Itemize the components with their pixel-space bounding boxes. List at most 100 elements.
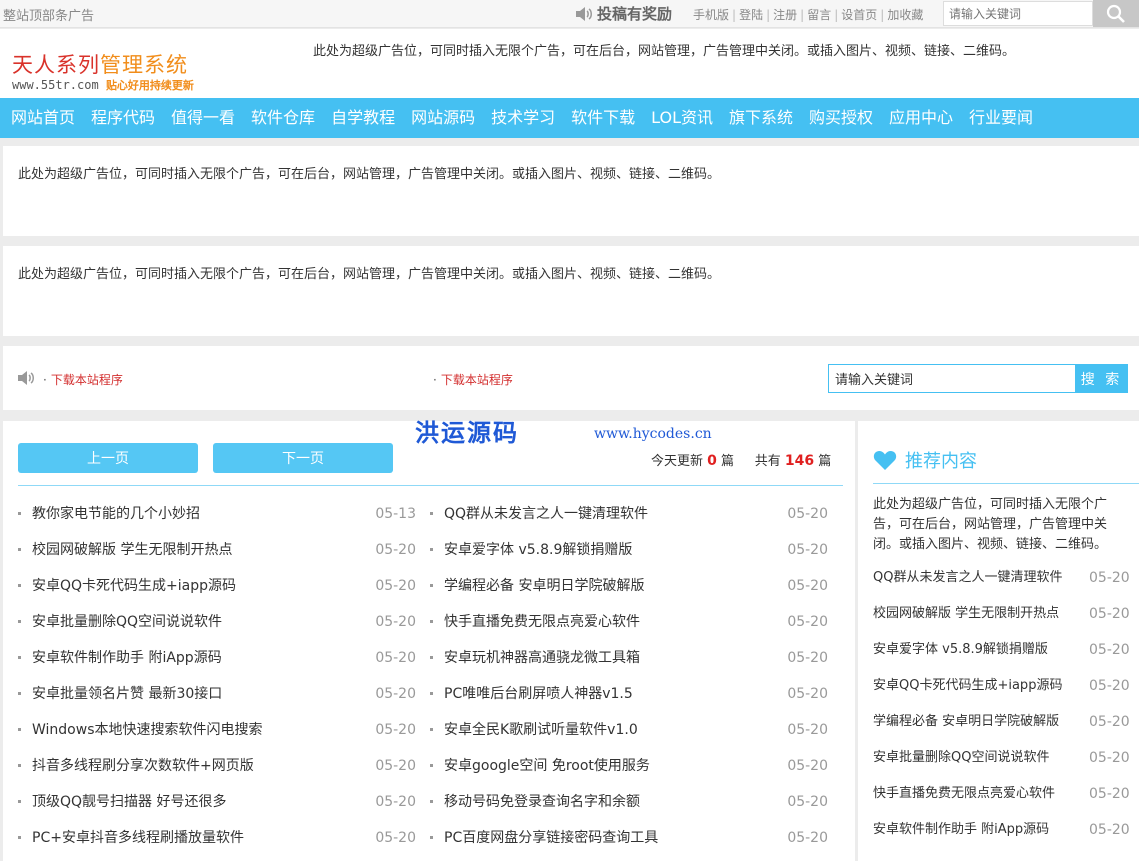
list-item-title: 校园网破解版 学生无限制开热点: [873, 606, 1060, 621]
list-item[interactable]: 校园网破解版 学生无限制开热点 05-20: [873, 601, 1139, 637]
list-item-date: 05-20: [375, 794, 416, 810]
link-message[interactable]: 留言: [807, 8, 831, 22]
recommend-sidebar: 推荐内容 此处为超级广告位，可同时插入无限个广告，可在后台，网站管理，广告管理中…: [858, 421, 1139, 861]
search-button[interactable]: 搜 索: [1075, 364, 1128, 393]
nav-item-software-download[interactable]: 软件下载: [563, 98, 643, 138]
list-item[interactable]: 安卓爱字体 v5.8.9解锁捐赠版 05-20: [430, 537, 828, 573]
list-item-title: PC+安卓抖音多线程刷播放量软件: [32, 830, 244, 846]
list-item[interactable]: 快手直播免费无限点亮爱心软件 05-20: [873, 781, 1139, 817]
list-item-date: 05-20: [375, 650, 416, 666]
nav-item-tech-learning[interactable]: 技术学习: [483, 98, 563, 138]
list-item[interactable]: 抖音多线程刷分享次数软件+网页版 05-20: [18, 753, 416, 789]
notice-item[interactable]: · 下载本站程序: [43, 371, 123, 388]
logo[interactable]: 天人系列管理系统: [12, 49, 188, 79]
notice-item[interactable]: · 下载本站程序: [433, 371, 513, 388]
link-register[interactable]: 注册: [773, 8, 797, 22]
list-item[interactable]: 安卓google空间 免root使用服务 05-20: [430, 753, 828, 789]
list-item-title: PC唯唯后台刷屏喷人神器v1.5: [444, 686, 633, 702]
nav-item-home[interactable]: 网站首页: [3, 98, 83, 138]
total-label: 共有: [754, 454, 781, 469]
list-item-title: 安卓软件制作助手 附iApp源码: [873, 822, 1050, 837]
list-item-title: 移动号码免登录查询名字和余额: [444, 794, 640, 810]
list-item[interactable]: 移动号码免登录查询名字和余额 05-20: [430, 789, 828, 825]
article-list-left: 教你家电节能的几个小妙招 05-13 校园网破解版 学生无限制开热点 05-20 安…: [18, 501, 416, 861]
list-item[interactable]: Windows本地快速搜索软件闪电搜索 05-20: [18, 717, 416, 753]
link-add-favorite[interactable]: 加收藏: [887, 8, 923, 22]
list-item[interactable]: 安卓批量删除QQ空间说说软件 05-20: [873, 745, 1139, 781]
list-item[interactable]: 安卓批量领名片赞 最新30接口 05-20: [18, 681, 416, 717]
list-item-date: 05-20: [1089, 750, 1130, 766]
sidebar-ad-text[interactable]: 此处为超级广告位，可同时插入无限个广告，可在后台，网站管理，广告管理中关闭。或插…: [873, 495, 1131, 555]
nav-item-industry-news[interactable]: 行业要闻: [961, 98, 1041, 138]
divider: [873, 483, 1139, 484]
list-item-title: 安卓QQ卡死代码生成+iapp源码: [873, 678, 1063, 693]
list-item-date: 05-20: [787, 614, 828, 630]
list-item-title: 安卓玩机神器高通骁龙微工具箱: [444, 650, 640, 666]
list-item[interactable]: QQ群从未发言之人一键清理软件 05-20: [430, 501, 828, 537]
list-item-title: 顶级QQ靓号扫描器 好号还很多: [32, 794, 227, 810]
list-item[interactable]: PC百度网盘分享链接密码查询工具 05-20: [430, 825, 828, 861]
list-item-date: 05-20: [1089, 570, 1130, 586]
ad-block-1-text[interactable]: 此处为超级广告位，可同时插入无限个广告，可在后台，网站管理，广告管理中关闭。或插…: [18, 163, 720, 182]
list-item[interactable]: 安卓全民K歌刷试听量软件v1.0 05-20: [430, 717, 828, 753]
list-item[interactable]: PC唯唯后台刷屏喷人神器v1.5 05-20: [430, 681, 828, 717]
nav-item-software-store[interactable]: 软件仓库: [243, 98, 323, 138]
header-ad-text[interactable]: 此处为超级广告位，可同时插入无限个广告，可在后台，网站管理，广告管理中关闭。或插…: [313, 40, 1015, 59]
list-item-title: 教你家电节能的几个小妙招: [32, 506, 200, 522]
nav-item-buy-license[interactable]: 购买授权: [801, 98, 881, 138]
search-input[interactable]: [828, 364, 1076, 393]
watermark-url: www.hycodes.cn: [594, 426, 712, 442]
prev-page-button[interactable]: 上一页: [18, 443, 198, 473]
notice-item-label: 下载本站程序: [440, 373, 513, 387]
nav-item-code[interactable]: 程序代码: [83, 98, 163, 138]
nav-item-lol-news[interactable]: LOL资讯: [643, 98, 721, 138]
list-item[interactable]: 安卓爱字体 v5.8.9解锁捐赠版 05-20: [873, 637, 1139, 673]
list-item-title: QQ群从未发言之人一键清理软件: [444, 506, 649, 522]
list-item-title: 安卓爱字体 v5.8.9解锁捐赠版: [873, 642, 1048, 657]
list-item-title: 抖音多线程刷分享次数软件+网页版: [32, 758, 254, 774]
list-item[interactable]: 教你家电节能的几个小妙招 05-13: [18, 501, 416, 537]
top-search-button[interactable]: [1093, 0, 1139, 27]
nav-item-tutorials[interactable]: 自学教程: [323, 98, 403, 138]
next-page-button[interactable]: 下一页: [213, 443, 393, 473]
speaker-icon: [17, 370, 35, 390]
link-mobile[interactable]: 手机版: [693, 8, 729, 22]
logo-tag: 贴心好用持续更新: [105, 79, 194, 92]
recommend-list: QQ群从未发言之人一键清理软件 05-20 校园网破解版 学生无限制开热点 05-2…: [873, 565, 1139, 853]
list-item-date: 05-20: [787, 650, 828, 666]
total-unit: 篇: [818, 454, 832, 469]
list-item-date: 05-20: [787, 542, 828, 558]
list-item[interactable]: 安卓批量删除QQ空间说说软件 05-20: [18, 609, 416, 645]
top-ad-text[interactable]: 整站顶部条广告: [3, 5, 94, 24]
list-item-date: 05-20: [1089, 822, 1130, 838]
nav-item-worth-seeing[interactable]: 值得一看: [163, 98, 243, 138]
tougao-link[interactable]: 投稿有奖励: [575, 3, 672, 24]
list-item[interactable]: 安卓QQ卡死代码生成+iapp源码 05-20: [873, 673, 1139, 709]
list-item-date: 05-20: [787, 830, 828, 846]
list-item[interactable]: 安卓软件制作助手 附iApp源码 05-20: [18, 645, 416, 681]
list-item-title: PC百度网盘分享链接密码查询工具: [444, 830, 659, 846]
today-label: 今天更新: [651, 454, 704, 469]
list-item[interactable]: 学编程必备 安卓明日学院破解版 05-20: [430, 573, 828, 609]
list-item-date: 05-20: [787, 686, 828, 702]
list-item[interactable]: 安卓QQ卡死代码生成+iapp源码 05-20: [18, 573, 416, 609]
list-item[interactable]: 学编程必备 安卓明日学院破解版 05-20: [873, 709, 1139, 745]
nav-item-systems[interactable]: 旗下系统: [721, 98, 801, 138]
link-login[interactable]: 登陆: [739, 8, 763, 22]
divider: [18, 485, 843, 486]
nav-item-site-source[interactable]: 网站源码: [403, 98, 483, 138]
list-item[interactable]: 顶级QQ靓号扫描器 好号还很多 05-20: [18, 789, 416, 825]
list-item[interactable]: 安卓玩机神器高通骁龙微工具箱 05-20: [430, 645, 828, 681]
list-item[interactable]: 快手直播免费无限点亮爱心软件 05-20: [430, 609, 828, 645]
list-item[interactable]: 安卓软件制作助手 附iApp源码 05-20: [873, 817, 1139, 853]
list-item[interactable]: 校园网破解版 学生无限制开热点 05-20: [18, 537, 416, 573]
update-stats: 今天更新 0 篇 共有 146 篇: [651, 450, 831, 469]
nav-item-app-center[interactable]: 应用中心: [881, 98, 961, 138]
notice-bar: ·下载本站程序 ·下载本站程序 搜 索: [3, 346, 1139, 410]
list-item[interactable]: PC+安卓抖音多线程刷播放量软件 05-20: [18, 825, 416, 861]
list-item[interactable]: QQ群从未发言之人一键清理软件 05-20: [873, 565, 1139, 601]
link-set-homepage[interactable]: 设首页: [841, 8, 877, 22]
ad-block-2-text[interactable]: 此处为超级广告位，可同时插入无限个广告，可在后台，网站管理，广告管理中关闭。或插…: [18, 263, 720, 282]
list-item-title: 校园网破解版 学生无限制开热点: [32, 542, 233, 558]
top-search-input[interactable]: [943, 1, 1093, 26]
